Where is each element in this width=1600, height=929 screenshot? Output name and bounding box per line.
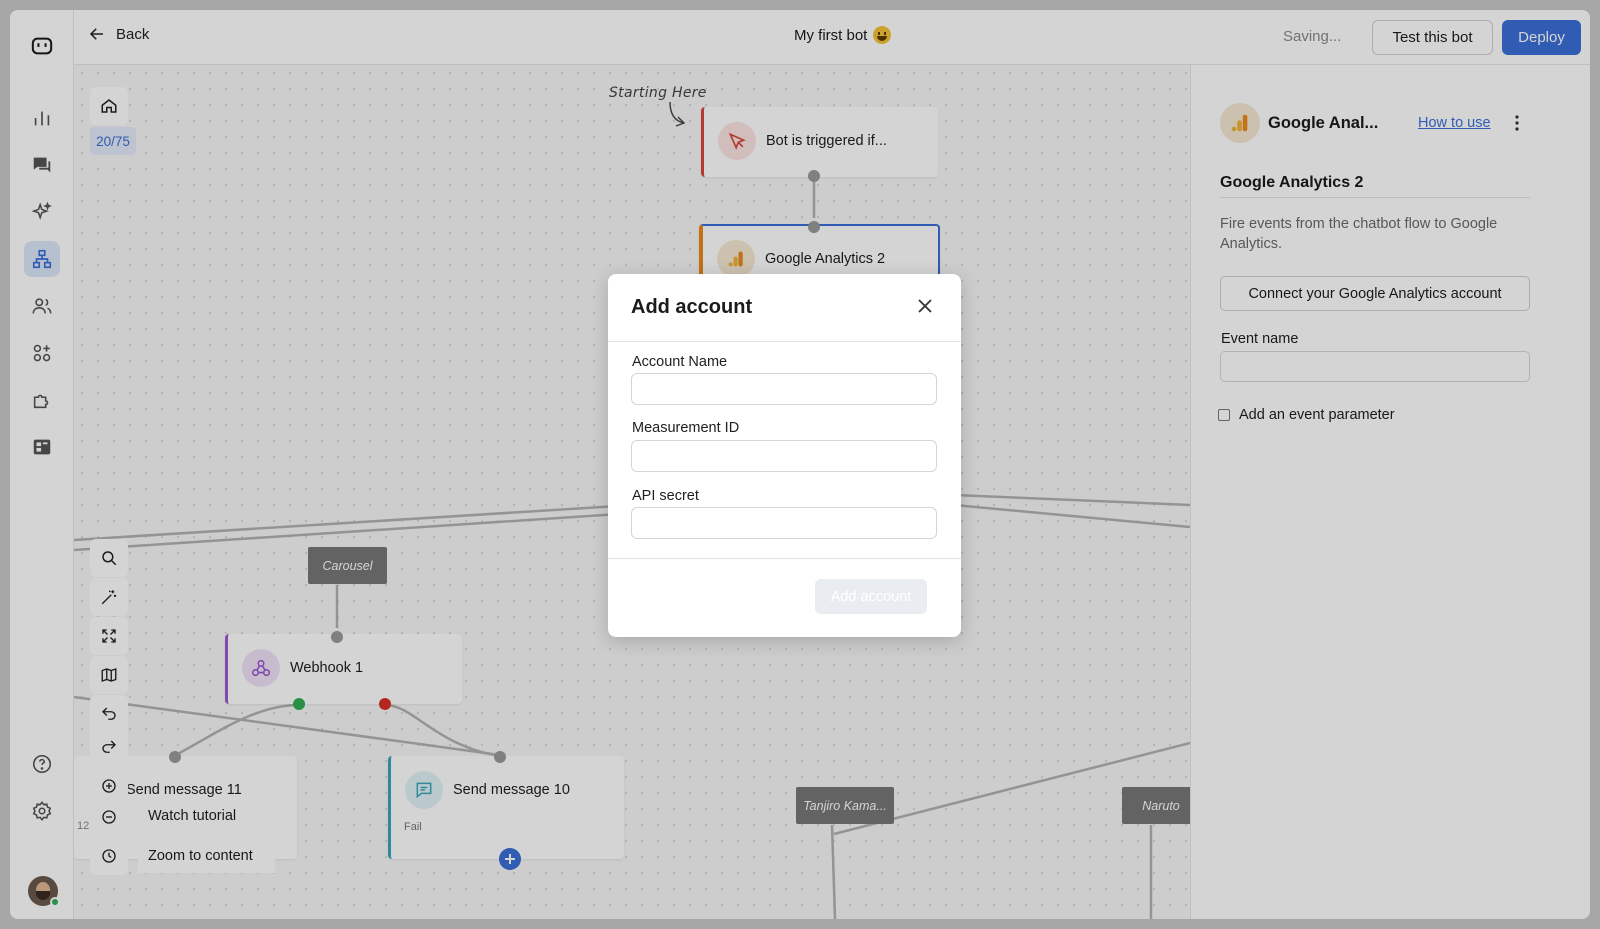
measurement-id-label: Measurement ID [632,420,740,436]
api-secret-input[interactable] [631,507,937,539]
measurement-id-input[interactable] [631,440,937,472]
add-account-button[interactable]: Add account [815,579,927,614]
modal-title: Add account [631,296,753,318]
account-name-input[interactable] [631,373,937,405]
add-account-modal: Add account Account Name Measurement ID … [608,274,961,637]
account-name-label: Account Name [632,354,728,370]
close-icon[interactable] [914,295,936,317]
api-secret-label: API secret [632,488,699,504]
modal-footer-divider [608,558,961,559]
modal-header-divider [608,341,961,342]
